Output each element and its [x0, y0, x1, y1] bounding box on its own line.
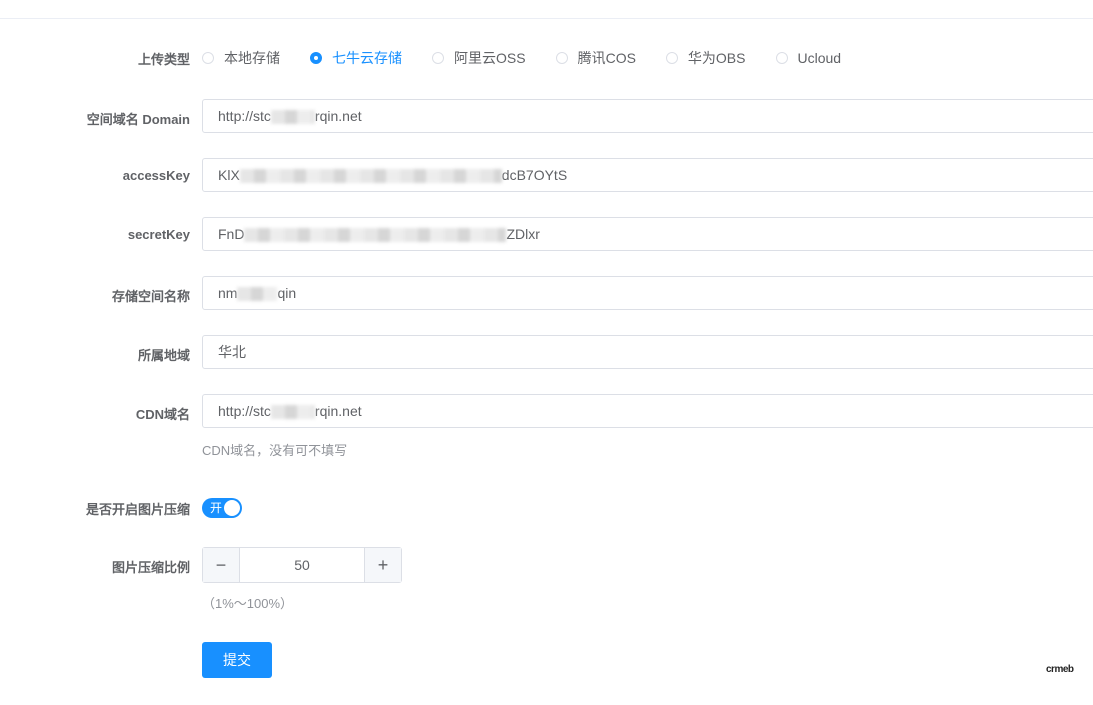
access-key-label: accessKey: [122, 168, 190, 183]
compress-ratio-label: 图片压缩比例: [111, 560, 190, 575]
top-divider: [0, 18, 1093, 19]
redaction-blur: [270, 405, 315, 420]
region-label: 所属地域: [137, 348, 190, 363]
region-input[interactable]: 华北: [202, 335, 1093, 369]
radio-huawei-obs[interactable]: 华为OBS: [665, 48, 746, 68]
radio-qiniu-storage[interactable]: 七牛云存储: [310, 48, 402, 68]
submit-button[interactable]: 提交: [202, 642, 272, 678]
domain-label: 空间域名 Domain: [86, 112, 190, 127]
radio-dot-checked: [310, 52, 322, 64]
redaction-blur: [244, 228, 507, 243]
cdn-domain-help: CDN域名，没有可不填写: [202, 443, 348, 458]
radio-dot: [775, 52, 788, 64]
radio-ucloud[interactable]: Ucloud: [775, 50, 841, 66]
radio-tencent-cos[interactable]: 腾讯COS: [555, 48, 636, 68]
radio-dot: [665, 52, 678, 64]
upload-type-label: 上传类型: [137, 52, 190, 67]
radio-aliyun-oss[interactable]: 阿里云OSS: [432, 48, 526, 68]
compress-label: 是否开启图片压缩: [85, 502, 190, 517]
domain-input[interactable]: http://stc rqin.net: [202, 99, 1093, 133]
bucket-label: 存储空间名称: [111, 289, 190, 304]
cdn-domain-label: CDN域名: [135, 407, 190, 422]
compress-ratio-value[interactable]: 50: [240, 548, 364, 582]
increase-button[interactable]: +: [364, 548, 401, 582]
compress-toggle[interactable]: 开: [202, 498, 242, 518]
radio-dot: [202, 52, 214, 64]
secret-key-label: secretKey: [127, 227, 190, 242]
compress-ratio-help: （1%～100%）: [202, 596, 294, 611]
radio-dot: [555, 52, 568, 64]
decrease-button[interactable]: −: [203, 548, 240, 582]
upload-type-radio-group: 本地存储 七牛云存储 阿里云OSS 腾讯COS 华为OBS Ucloud: [202, 48, 871, 68]
radio-local-storage[interactable]: 本地存储: [202, 48, 280, 68]
secret-key-input[interactable]: FnD ZDlxr: [202, 217, 1093, 251]
crmeb-logo: crmeb: [1046, 664, 1074, 675]
cdn-domain-input[interactable]: http://stc rqin.net: [202, 394, 1093, 428]
redaction-blur: [237, 287, 278, 302]
storage-config-page: 上传类型 本地存储 七牛云存储 阿里云OSS 腾讯COS 华为OBS Uclou…: [0, 0, 1093, 705]
bucket-input[interactable]: nm qin: [202, 276, 1093, 310]
access-key-input[interactable]: KlX dcB7OYtS: [202, 158, 1093, 192]
redaction-blur: [239, 169, 502, 184]
compress-ratio-stepper: − 50 +: [202, 547, 402, 583]
toggle-knob: [224, 500, 240, 516]
redaction-blur: [270, 110, 315, 125]
radio-dot: [432, 52, 444, 64]
